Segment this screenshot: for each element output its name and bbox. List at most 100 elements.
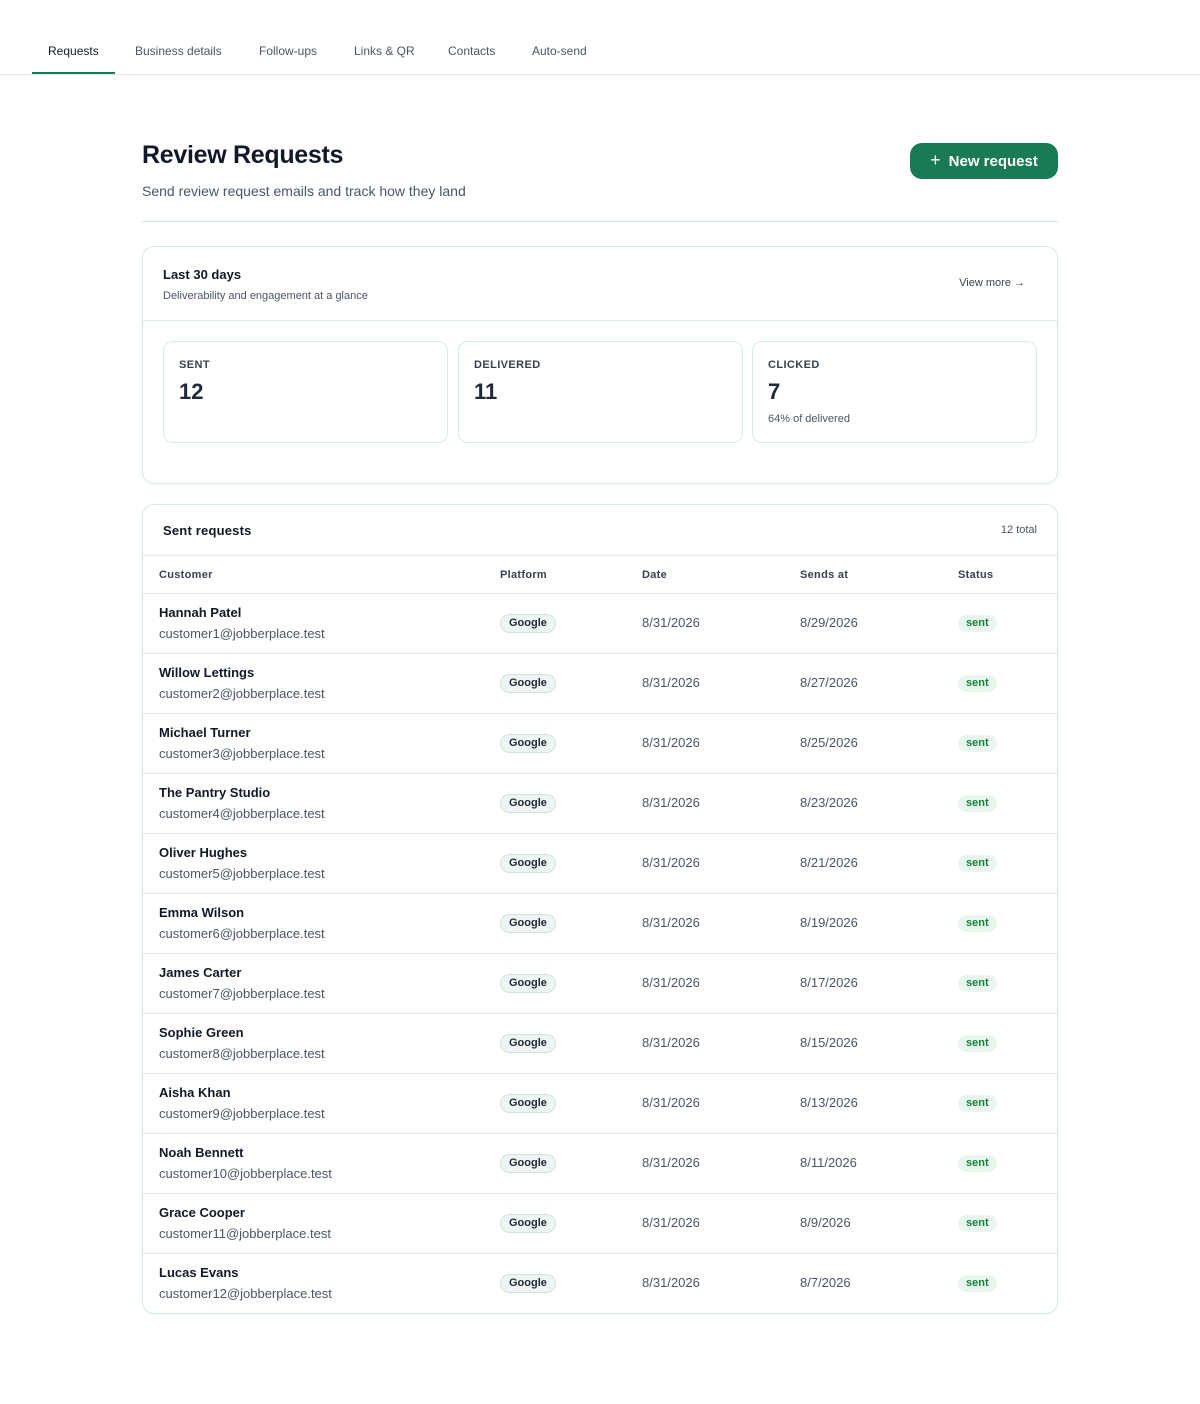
column-date: Date <box>642 569 668 581</box>
request-date: 8/31/2026 <box>642 735 700 750</box>
table-row[interactable]: Aisha Khan customer9@jobberplace.test Go… <box>143 1074 1057 1134</box>
status-badge: sent <box>958 675 997 692</box>
stats-header: Last 30 days Deliverability and engageme… <box>143 247 1057 321</box>
request-date: 8/31/2026 <box>642 1035 700 1050</box>
platform-badge: Google <box>500 914 556 933</box>
customer-name: Emma Wilson <box>159 905 245 920</box>
table-row[interactable]: Oliver Hughes customer5@jobberplace.test… <box>143 834 1057 894</box>
customer-name: James Carter <box>159 965 242 980</box>
table-row[interactable]: Hannah Patel customer1@jobberplace.test … <box>143 594 1057 654</box>
column-customer: Customer <box>159 569 213 581</box>
stats-title: Last 30 days <box>163 267 242 282</box>
customer-name: Willow Lettings <box>159 665 255 680</box>
customer-name: Sophie Green <box>159 1025 244 1040</box>
status-badge: sent <box>958 615 997 632</box>
table-row[interactable]: Willow Lettings customer2@jobberplace.te… <box>143 654 1057 714</box>
customer-name: Oliver Hughes <box>159 845 248 860</box>
table-body: Hannah Patel customer1@jobberplace.test … <box>143 594 1057 1314</box>
customer-name: Noah Bennett <box>159 1145 244 1160</box>
status-badge: sent <box>958 1215 997 1232</box>
customer-email: customer8@jobberplace.test <box>159 1046 325 1061</box>
request-date: 8/31/2026 <box>642 855 700 870</box>
status-badge: sent <box>958 1035 997 1052</box>
request-date: 8/31/2026 <box>642 915 700 930</box>
request-date: 8/31/2026 <box>642 975 700 990</box>
sends-at-date: 8/23/2026 <box>800 795 858 810</box>
request-date: 8/31/2026 <box>642 615 700 630</box>
table-row[interactable]: James Carter customer7@jobberplace.test … <box>143 954 1057 1014</box>
sends-at-date: 8/11/2026 <box>800 1155 857 1170</box>
table-title: Sent requests <box>163 523 252 538</box>
platform-badge: Google <box>500 1034 556 1053</box>
customer-email: customer10@jobberplace.test <box>159 1166 332 1181</box>
sends-at-date: 8/29/2026 <box>800 615 858 630</box>
request-date: 8/31/2026 <box>642 1275 700 1290</box>
new-request-label: New request <box>948 152 1038 170</box>
status-badge: sent <box>958 855 997 872</box>
tab-requests[interactable]: Requests <box>48 44 99 75</box>
status-badge: sent <box>958 795 997 812</box>
sends-at-date: 8/19/2026 <box>800 915 858 930</box>
tab-auto-send[interactable]: Auto-send <box>532 44 587 75</box>
platform-badge: Google <box>500 614 556 633</box>
stats-card: Last 30 days Deliverability and engageme… <box>142 246 1058 484</box>
customer-name: The Pantry Studio <box>159 785 271 800</box>
customer-email: customer3@jobberplace.test <box>159 746 325 761</box>
request-date: 8/31/2026 <box>642 795 700 810</box>
tab-contacts[interactable]: Contacts <box>448 44 495 75</box>
stat-delivered-label: DELIVERED <box>474 359 541 371</box>
column-platform: Platform <box>500 569 548 581</box>
page-title: Review Requests <box>142 141 344 169</box>
status-badge: sent <box>958 1155 997 1172</box>
tab-bar: Requests Business details Follow-ups Lin… <box>0 0 1200 75</box>
tab-business-details[interactable]: Business details <box>135 44 222 75</box>
sends-at-date: 8/9/2026 <box>800 1215 851 1230</box>
status-badge: sent <box>958 1275 997 1292</box>
stat-sent: SENT 12 <box>163 341 448 443</box>
stat-clicked-label: CLICKED <box>768 359 820 371</box>
sends-at-date: 8/21/2026 <box>800 855 858 870</box>
header-divider <box>142 221 1058 222</box>
column-status: Status <box>958 569 994 581</box>
platform-badge: Google <box>500 1154 556 1173</box>
platform-badge: Google <box>500 854 556 873</box>
table-row[interactable]: Sophie Green customer8@jobberplace.test … <box>143 1014 1057 1074</box>
customer-email: customer7@jobberplace.test <box>159 986 325 1001</box>
customer-name: Hannah Patel <box>159 605 242 620</box>
platform-badge: Google <box>500 974 556 993</box>
sends-at-date: 8/25/2026 <box>800 735 858 750</box>
platform-badge: Google <box>500 794 556 813</box>
platform-badge: Google <box>500 1214 556 1233</box>
sends-at-date: 8/7/2026 <box>800 1275 851 1290</box>
platform-badge: Google <box>500 1094 556 1113</box>
sends-at-date: 8/13/2026 <box>800 1095 858 1110</box>
customer-email: customer4@jobberplace.test <box>159 806 325 821</box>
customer-email: customer9@jobberplace.test <box>159 1106 325 1121</box>
customer-email: customer12@jobberplace.test <box>159 1286 332 1301</box>
table-header: Customer Platform Date Sends at Status <box>143 555 1057 594</box>
tab-links-qr[interactable]: Links & QR <box>354 44 415 75</box>
stat-delivered: DELIVERED 11 <box>458 341 743 443</box>
sent-requests-card: Sent requests 12 total Customer Platform… <box>142 504 1058 1314</box>
request-date: 8/31/2026 <box>642 675 700 690</box>
view-more-link[interactable]: View more → <box>959 277 1025 289</box>
request-date: 8/31/2026 <box>642 1095 700 1110</box>
active-tab-indicator <box>32 72 115 74</box>
table-row[interactable]: Noah Bennett customer10@jobberplace.test… <box>143 1134 1057 1194</box>
column-sends-at: Sends at <box>800 569 849 581</box>
request-date: 8/31/2026 <box>642 1215 700 1230</box>
customer-email: customer2@jobberplace.test <box>159 686 325 701</box>
platform-badge: Google <box>500 674 556 693</box>
table-total: 12 total <box>1000 524 1037 536</box>
table-row[interactable]: The Pantry Studio customer4@jobberplace.… <box>143 774 1057 834</box>
stat-clicked-note: 64% of delivered <box>768 413 850 425</box>
customer-email: customer6@jobberplace.test <box>159 926 325 941</box>
platform-badge: Google <box>500 1274 556 1293</box>
platform-badge: Google <box>500 734 556 753</box>
new-request-button[interactable]: + New request <box>910 143 1058 179</box>
table-row[interactable]: Emma Wilson customer6@jobberplace.test G… <box>143 894 1057 954</box>
tab-follow-ups[interactable]: Follow-ups <box>259 44 317 75</box>
table-row[interactable]: Michael Turner customer3@jobberplace.tes… <box>143 714 1057 774</box>
table-row[interactable]: Lucas Evans customer12@jobberplace.test … <box>143 1254 1057 1314</box>
table-row[interactable]: Grace Cooper customer11@jobberplace.test… <box>143 1194 1057 1254</box>
